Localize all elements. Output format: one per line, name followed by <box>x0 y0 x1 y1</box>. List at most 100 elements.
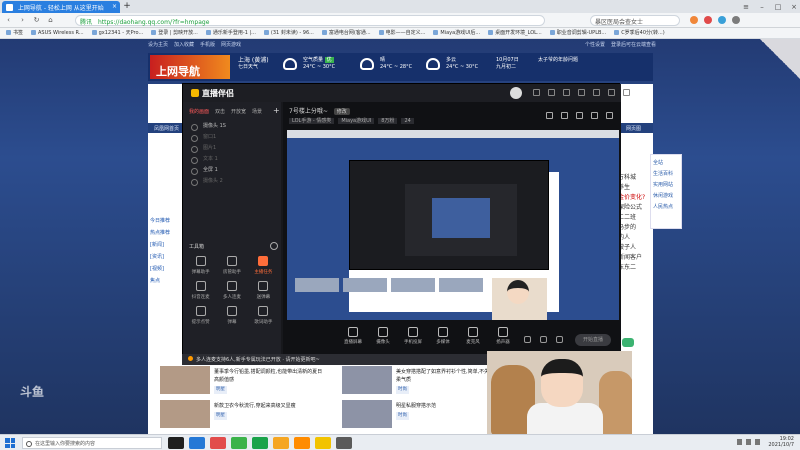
scene-tab[interactable]: 我的画面 <box>189 108 209 115</box>
news-title[interactable]: 明星私服穿搭示范 时尚 <box>396 402 496 420</box>
taskbar-app-icon[interactable] <box>252 437 268 449</box>
menu-icon[interactable] <box>578 89 585 96</box>
taskbar-app-icon[interactable] <box>273 437 289 449</box>
minimize-icon[interactable]: – <box>758 3 766 11</box>
right-panel-item[interactable]: 休闲游戏 <box>653 191 679 202</box>
taskbar-app-icon[interactable] <box>336 437 352 449</box>
scene-tab[interactable]: 开放宽 <box>231 108 246 115</box>
bottom-tool-button[interactable]: 摄像头 <box>373 327 393 345</box>
topnav-link[interactable]: 网页游戏 <box>221 41 241 50</box>
back-icon[interactable]: ‹ <box>4 16 13 25</box>
calendar-note[interactable]: 太子爷的年龄问题 <box>538 57 578 64</box>
extension-icon[interactable] <box>704 16 712 24</box>
avatar[interactable] <box>510 87 522 99</box>
left-link[interactable]: [新闻] <box>150 239 180 251</box>
tray-icon[interactable] <box>755 439 760 445</box>
scene-tab[interactable]: 场景 <box>252 108 262 115</box>
menu-icon[interactable]: ≡ <box>742 3 750 11</box>
right-column-item[interactable]: 二二班 <box>618 213 650 223</box>
news-thumbnail[interactable] <box>342 366 392 394</box>
source-item[interactable]: 文本 1 <box>187 154 277 165</box>
bookmark-item[interactable]: 桌面开发环境_LOL... <box>488 29 542 37</box>
taskbar-app-icon[interactable] <box>210 437 226 449</box>
maximize-icon[interactable] <box>608 89 615 96</box>
left-link[interactable]: 今日推荐 <box>150 215 180 227</box>
page-corner-fold[interactable] <box>760 39 800 79</box>
topnav-link[interactable]: 设为主页 <box>148 41 168 50</box>
bookmark-item[interactable]: C罗季后40分(转...) <box>614 29 665 37</box>
bookmark-item[interactable]: gx12341 - 天Pro... <box>92 29 144 37</box>
tool-button[interactable]: 弹幕助手 <box>185 256 216 275</box>
right-panel-item[interactable]: 人民热点 <box>653 202 679 213</box>
news-thumbnail[interactable] <box>160 400 210 428</box>
bookmark-item[interactable]: 富通电台网(客通... <box>322 29 371 37</box>
right-column-item[interactable]: 的人 <box>618 233 650 243</box>
bookmark-item[interactable]: 书签 <box>6 29 23 37</box>
left-link[interactable]: [视频] <box>150 263 180 275</box>
calendar[interactable]: 10月07日 九月初二 <box>496 57 519 71</box>
right-column-item[interactable]: 金价变化? <box>618 193 650 203</box>
right-panel-item[interactable]: 实用网站 <box>653 180 679 191</box>
left-link[interactable]: 热点推荐 <box>150 227 180 239</box>
right-column-item[interactable]: 万科城 <box>618 173 650 183</box>
source-item[interactable]: 图片1 <box>187 143 277 154</box>
refresh-icon[interactable]: ↻ <box>32 16 41 25</box>
notice-bar[interactable]: 多人连麦支持6人,新手专属玩法已开放 · 请开始更新吧~ <box>182 354 492 365</box>
bottom-tool-button[interactable]: 扬声器 <box>493 327 513 345</box>
camera-icon[interactable] <box>524 336 531 343</box>
left-link[interactable]: [资讯] <box>150 251 180 263</box>
taskbar-app-icon[interactable] <box>231 437 247 449</box>
bookmark-item[interactable]: 通乐新手登用-1 |... <box>206 29 256 37</box>
bell-icon[interactable] <box>576 112 583 119</box>
extension-icon[interactable] <box>732 16 740 24</box>
clock[interactable]: 19:02 2021/10/7 <box>768 436 794 448</box>
windows-start-icon[interactable] <box>5 438 15 448</box>
taskbar-app-icon[interactable] <box>294 437 310 449</box>
tool-button[interactable]: 提示点赞 <box>185 306 216 325</box>
right-panel-item[interactable]: 全站 <box>653 158 679 169</box>
news-tag[interactable]: 明星 <box>214 412 227 420</box>
tool-button[interactable]: 歌词助手 <box>248 306 279 325</box>
browser-search-input[interactable]: 暴区医局会查女士 <box>590 15 680 26</box>
news-row[interactable]: 新款卫衣今秋流行,穿起来高级又显瘦 明星 明星私服穿搭示范 时尚 <box>160 400 490 430</box>
topnav-link[interactable]: 登录后可在云端查看 <box>611 41 656 48</box>
gear-icon[interactable] <box>556 336 563 343</box>
bookmark-item[interactable]: (31 封未读) - 96... <box>264 29 314 37</box>
add-scene-button[interactable]: + <box>273 106 280 115</box>
taskbar-search-input[interactable]: 在这里输入你要搜索的内容 <box>22 437 162 449</box>
news-thumbnail[interactable] <box>160 366 210 394</box>
forward-icon[interactable]: › <box>18 16 27 25</box>
news-row[interactable]: 董事季今行铅墨,搭配调颜粒,也能带出清新的夏日高颜值感 明星 美女穿搭搭配了如意界衬… <box>160 366 494 396</box>
tool-button[interactable]: 多人连麦 <box>216 281 247 300</box>
bottom-tool-button[interactable]: 麦克风 <box>463 327 483 345</box>
bookmark-item[interactable]: 登录 | 剪映开放... <box>151 29 198 37</box>
gift-icon[interactable] <box>546 112 553 119</box>
pagebar-left[interactable]: 凤凰网首页 <box>154 126 179 132</box>
topnav-link[interactable]: 个性设置 <box>585 41 605 48</box>
right-column-item[interactable]: 养生 <box>618 183 650 193</box>
settings-icon[interactable] <box>563 89 570 96</box>
home-icon[interactable]: ⌂ <box>46 16 55 25</box>
tray-icon[interactable] <box>746 439 751 445</box>
live-preview[interactable] <box>287 130 619 320</box>
right-column-item[interactable]: 东东二 <box>618 263 650 273</box>
taskbar-app-icon[interactable] <box>315 437 331 449</box>
right-panel-item[interactable]: 生活百科 <box>653 169 679 180</box>
taskbar-app-icon[interactable] <box>189 437 205 449</box>
tool-button[interactable]: 送弹幕 <box>248 281 279 300</box>
tool-button[interactable]: 主播任务 <box>248 256 279 275</box>
news-thumbnail[interactable] <box>342 400 392 428</box>
bottom-tool-button[interactable]: 多媒体 <box>433 327 453 345</box>
bookmark-item[interactable]: Miaya游戏UI后... <box>433 29 480 37</box>
message-icon[interactable] <box>548 89 555 96</box>
right-column-item[interactable]: 马步的 <box>618 223 650 233</box>
close-icon[interactable] <box>623 89 630 96</box>
topnav-link[interactable]: 手机版 <box>200 41 215 50</box>
start-live-button[interactable]: 开始直播 <box>575 334 611 346</box>
news-tag[interactable]: 时尚 <box>396 386 409 394</box>
news-title[interactable]: 美女穿搭搭配了如意界衬衫个性,简单,不失温柔气质 时尚 <box>396 368 496 394</box>
close-icon[interactable]: × <box>790 3 798 11</box>
topnav-link[interactable]: 加入收藏 <box>174 41 194 50</box>
browser-tab-active[interactable]: 上网导航 - 轻松上网 从这里开始 × <box>2 1 120 13</box>
news-title[interactable]: 新款卫衣今秋流行,穿起来高级又显瘦 明星 <box>214 402 324 420</box>
